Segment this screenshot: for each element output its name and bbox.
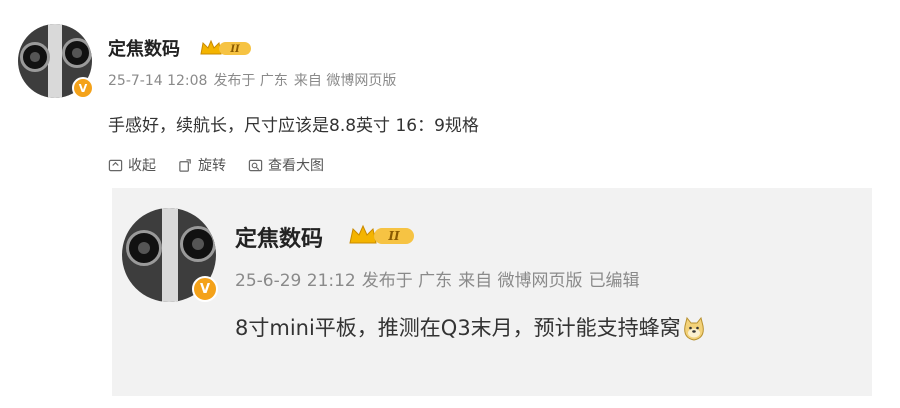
doge-emoji-icon [683,316,704,341]
quoted-verified-badge-icon: V [192,276,218,302]
edited-label[interactable]: 已编辑 [589,271,640,291]
view-image-button[interactable]: 查看大图 [248,155,324,175]
post-content: 手感好，续航长，尺寸应该是8.8英寸 16：9规格 [108,116,479,136]
quoted-member-crown-icon: II [349,224,414,244]
post-timestamp[interactable]: 25-7-14 12:08 [108,73,207,89]
collapse-icon [108,159,123,171]
verified-badge-icon: V [72,77,94,99]
post-source: 来自 微博网页版 [293,73,397,89]
quoted-timestamp[interactable]: 25-6-29 21:12 [235,271,356,291]
quoted-post-meta: 25-6-29 21:12 发布于 广东 来自 微博网页版 已编辑 [235,266,646,291]
rotate-button[interactable]: 旋转 [178,155,226,175]
level-text: II [229,44,240,55]
quoted-post-content: 8寸mini平板，推测在Q3末月，预计能支持蜂窝 [235,312,707,342]
quoted-level-text: II [387,229,400,243]
quoted-author-name[interactable]: 定焦数码 [235,221,323,253]
rotate-icon [179,158,191,172]
quoted-location: 发布于 广东 [361,271,453,291]
collapse-button[interactable]: 收起 [108,155,156,175]
quoted-content-text: 8寸mini平板，推测在Q3末月，预计能支持蜂窝 [235,316,681,340]
quoted-source: 来自 微博网页版 [458,271,583,291]
rotate-label: 旋转 [198,158,226,174]
collapse-label: 收起 [128,158,156,174]
weibo-post: V 定焦数码 II 25-7-14 12:08 发布于 广东 来自 微博网页版 手感… [0,0,900,408]
image-actions: 收起 旋转 查看大图 [108,155,324,175]
author-name[interactable]: 定焦数码 [108,35,180,61]
quoted-post[interactable]: V 定焦数码 II 25-6-29 21:12 发布于 广东 来自 微博网页版 已编辑… [112,188,872,396]
view-image-label: 查看大图 [268,158,324,174]
view-image-icon [248,159,263,171]
post-location: 发布于 广东 [213,73,288,89]
post-meta: 25-7-14 12:08 发布于 广东 来自 微博网页版 [108,70,402,90]
member-crown-icon: II [200,39,251,55]
